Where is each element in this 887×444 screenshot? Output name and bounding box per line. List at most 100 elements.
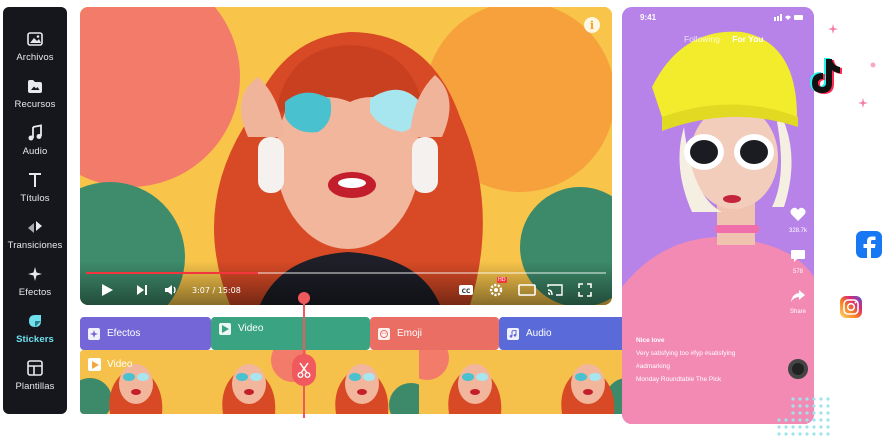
decorative-dot	[784, 425, 788, 429]
music-disc-icon[interactable]	[788, 359, 808, 379]
track-label: Video	[238, 323, 264, 334]
video-player[interactable]: i 3:07 / 15:08 CC HD	[80, 7, 612, 305]
progress-bar[interactable]	[86, 272, 606, 274]
text-t-icon	[29, 172, 41, 187]
next-button[interactable]	[135, 282, 149, 298]
decorative-dot	[798, 418, 802, 422]
sidebar-item-recursos[interactable]: Recursos	[3, 71, 67, 115]
image-icon	[27, 31, 43, 46]
decorative-dot	[812, 404, 816, 408]
strip-label-text: Video	[107, 359, 133, 370]
phone-action-rail: 328.7k 578 Share	[786, 207, 810, 329]
track-label: Audio	[526, 328, 552, 339]
phone-preview: 9:41 Following For You 328.7k 578 Share …	[622, 7, 814, 424]
comment-button[interactable]: 578	[786, 248, 810, 275]
sidebar-item-audio[interactable]: Audio	[3, 118, 67, 162]
gear-icon	[489, 283, 503, 297]
fullscreen-icon	[578, 283, 592, 297]
decorative-dot	[826, 425, 830, 429]
timeline-track-video[interactable]: Video	[211, 317, 370, 350]
split-button[interactable]	[292, 354, 316, 386]
decorative-dot	[819, 418, 823, 422]
decorative-dot	[826, 418, 830, 422]
decorative-dot	[805, 425, 809, 429]
progress-fill	[86, 272, 258, 274]
sticker-icon	[29, 314, 41, 327]
decorative-dot	[791, 418, 795, 422]
decorative-dot	[798, 397, 802, 401]
sidebar-item-label: Stickers	[16, 333, 54, 345]
play-icon	[102, 284, 113, 296]
decorative-dot	[812, 432, 816, 436]
fullscreen-button[interactable]	[578, 282, 592, 298]
decorative-dot	[805, 411, 809, 415]
decorative-dot	[784, 432, 788, 436]
miniplayer-button[interactable]	[518, 282, 536, 298]
timeline-track-emoji[interactable]: Emoji	[370, 317, 499, 350]
like-count: 328.7k	[788, 228, 807, 234]
sidebar-item-transiciones[interactable]: Transiciones	[3, 212, 67, 256]
decorative-dot	[791, 425, 795, 429]
phone-feed-tabs: Following For You	[684, 34, 774, 44]
decorative-dot	[826, 432, 830, 436]
sidebar-item-label: Audio	[22, 145, 48, 157]
sidebar-item-archivos[interactable]: Archivos	[3, 24, 67, 68]
tab-following[interactable]: Following	[684, 34, 720, 44]
play-icon	[219, 323, 231, 335]
share-arrow-icon	[791, 290, 805, 302]
instagram-logo-icon	[840, 296, 862, 318]
video-thumbnail-strip[interactable]: Video	[80, 350, 637, 414]
time-readout: 3:07 / 15:08	[192, 286, 241, 295]
captions-button[interactable]: CC	[458, 282, 474, 298]
scissors-icon	[297, 362, 311, 378]
sparkle-icon	[88, 327, 100, 340]
phone-caption: Nice love Very satisfying too #fyp #sati…	[636, 334, 786, 386]
share-label: Share	[789, 309, 806, 315]
caption-text: Very satisfying too #fyp #satisfying	[636, 350, 736, 357]
decorative-dot	[777, 418, 781, 422]
decorative-dot	[812, 425, 816, 429]
playhead-handle[interactable]	[298, 292, 310, 304]
decorative-dot	[826, 397, 830, 401]
decorative-dot	[791, 404, 795, 408]
decorative-dot	[805, 404, 809, 408]
tiktok-logo-icon	[810, 58, 842, 94]
caption-user: Nice love	[636, 337, 665, 344]
decorative-dot	[791, 411, 795, 415]
sparkle-icon	[870, 62, 876, 68]
decorative-dot	[777, 425, 781, 429]
decorative-dot	[826, 404, 830, 408]
volume-icon	[165, 285, 176, 295]
emoji-icon	[378, 327, 390, 340]
decorative-dot	[798, 425, 802, 429]
sidebar-item-stickers[interactable]: Stickers	[3, 306, 67, 350]
sidebar-item-efectos[interactable]: Efectos	[3, 259, 67, 303]
sidebar-item-label: Plantillas	[15, 380, 55, 392]
sparkle-icon	[828, 24, 838, 34]
track-label: Emoji	[397, 328, 423, 339]
sidebar-item-titulos[interactable]: Títulos	[3, 165, 67, 209]
video-thumbnail	[306, 350, 419, 414]
play-button[interactable]	[100, 282, 114, 298]
cast-icon	[547, 284, 563, 296]
decorative-dot	[819, 397, 823, 401]
decorative-dot	[798, 411, 802, 415]
share-button[interactable]: Share	[786, 289, 810, 315]
settings-button[interactable]: HD	[488, 277, 507, 298]
decorative-dot	[791, 397, 795, 401]
info-button[interactable]: i	[584, 17, 600, 33]
decorative-dot	[812, 418, 816, 422]
decorative-dot	[777, 432, 781, 436]
cast-button[interactable]	[546, 282, 564, 298]
template-icon	[27, 359, 43, 376]
skip-next-icon	[137, 285, 147, 295]
tab-for-you[interactable]: For You	[732, 34, 763, 44]
decorative-dot	[798, 404, 802, 408]
sidebar-item-plantillas[interactable]: Plantillas	[3, 353, 67, 397]
timeline-track-efectos[interactable]: Efectos	[80, 317, 211, 350]
heart-icon	[790, 207, 806, 221]
decorative-dot	[805, 418, 809, 422]
like-button[interactable]: 328.7k	[786, 207, 810, 234]
decorative-dot	[819, 411, 823, 415]
volume-button[interactable]	[164, 282, 178, 298]
